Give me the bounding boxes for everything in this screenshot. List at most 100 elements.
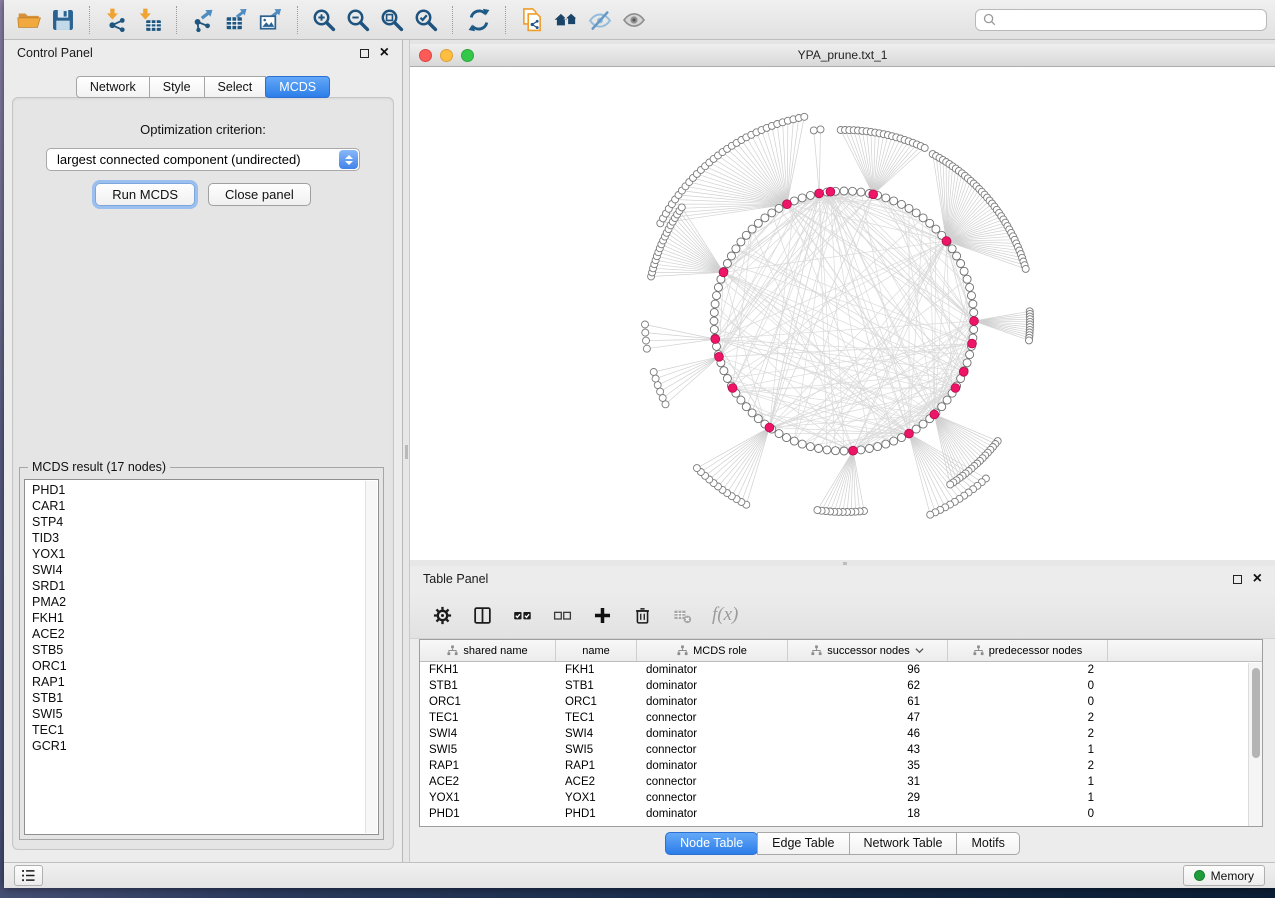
mcds-result-item[interactable]: SWI5 (32, 706, 362, 722)
divider-handle[interactable] (843, 562, 847, 565)
hide-selected-icon[interactable] (583, 4, 617, 36)
refresh-icon[interactable] (462, 4, 496, 36)
criterion-value: largest connected component (undirected) (57, 152, 301, 167)
table-row[interactable]: PHD1PHD1dominator180 (420, 806, 1262, 822)
column-header-successor-nodes[interactable]: successor nodes (788, 640, 948, 661)
network-window-titlebar[interactable]: YPA_prune.txt_1 (410, 44, 1275, 67)
open-file-icon[interactable] (12, 4, 46, 36)
mcds-list-scrollbar[interactable] (365, 481, 377, 833)
column-header-name[interactable]: name (556, 640, 637, 661)
first-neighbors-icon[interactable] (549, 4, 583, 36)
mcds-result-item[interactable]: GCR1 (32, 738, 362, 754)
clone-network-icon[interactable] (515, 4, 549, 36)
table-cell: 2 (948, 728, 1108, 740)
mcds-result-item[interactable]: ACE2 (32, 626, 362, 642)
table-scrollbar[interactable] (1248, 663, 1262, 826)
zoom-in-icon[interactable] (307, 4, 341, 36)
zoom-out-icon[interactable] (341, 4, 375, 36)
show-all-icon[interactable] (617, 4, 651, 36)
table-tab-edge-table[interactable]: Edge Table (757, 832, 849, 855)
tab-style[interactable]: Style (149, 76, 205, 98)
mcds-result-item[interactable]: SRD1 (32, 578, 362, 594)
table-tab-network-table[interactable]: Network Table (849, 832, 958, 855)
clear-table-icon[interactable] (672, 605, 693, 626)
table-row[interactable]: ORC1ORC1dominator610 (420, 694, 1262, 710)
window-close-button[interactable] (419, 49, 432, 62)
export-table-icon[interactable] (220, 4, 254, 36)
table-row[interactable]: ACE2ACE2connector311 (420, 774, 1262, 790)
save-session-icon[interactable] (46, 4, 80, 36)
mcds-result-item[interactable]: SWI4 (32, 562, 362, 578)
optimization-criterion-label: Optimization criterion: (13, 122, 393, 137)
deselect-all-icon[interactable] (552, 605, 573, 626)
run-mcds-button[interactable]: Run MCDS (95, 183, 195, 206)
table-cell: dominator (637, 728, 788, 740)
close-panel-icon[interactable]: × (1253, 571, 1262, 587)
mcds-result-item[interactable]: ORC1 (32, 658, 362, 674)
export-image-icon[interactable] (254, 4, 288, 36)
mcds-result-list[interactable]: PHD1CAR1STP4TID3YOX1SWI4SRD1PMA2FKH1ACE2… (32, 482, 362, 832)
table-cell: 31 (788, 776, 948, 788)
mcds-result-item[interactable]: STP4 (32, 514, 362, 530)
mcds-buttons-row: Run MCDS Close panel (13, 183, 393, 206)
window-zoom-button[interactable] (461, 49, 474, 62)
close-panel-icon[interactable]: × (380, 45, 389, 61)
window-minimize-button[interactable] (440, 49, 453, 62)
toolbar-separator (505, 6, 506, 34)
column-label: shared name (463, 645, 527, 657)
table-tab-node-table[interactable]: Node Table (665, 832, 758, 855)
mcds-result-item[interactable]: TID3 (32, 530, 362, 546)
column-header-MCDS-role[interactable]: MCDS role (637, 640, 788, 661)
float-panel-icon[interactable] (360, 49, 369, 58)
tab-mcds[interactable]: MCDS (265, 76, 330, 98)
table-row[interactable]: RAP1RAP1dominator352 (420, 758, 1262, 774)
table-row[interactable]: FKH1FKH1dominator962 (420, 662, 1262, 678)
fx-icon[interactable]: f(x) (712, 604, 738, 626)
table-cell: connector (637, 712, 788, 724)
table-cell: 62 (788, 680, 948, 692)
zoom-selected-icon[interactable] (409, 4, 443, 36)
table-row[interactable]: TEC1TEC1connector472 (420, 710, 1262, 726)
table-tab-motifs[interactable]: Motifs (956, 832, 1019, 855)
mcds-result-item[interactable]: RAP1 (32, 674, 362, 690)
column-label: successor nodes (827, 645, 910, 657)
search-input[interactable] (1001, 13, 1259, 27)
criterion-dropdown[interactable]: largest connected component (undirected) (46, 148, 360, 171)
add-row-icon[interactable] (592, 605, 613, 626)
show-panels-icon[interactable] (14, 865, 43, 886)
table-options-icon[interactable] (432, 605, 453, 626)
import-network-icon[interactable] (99, 4, 133, 36)
table-row[interactable]: STB1STB1dominator620 (420, 678, 1262, 694)
tab-network[interactable]: Network (76, 76, 150, 98)
mcds-result-item[interactable]: FKH1 (32, 610, 362, 626)
delete-row-icon[interactable] (632, 605, 653, 626)
export-network-icon[interactable] (186, 4, 220, 36)
import-table-icon[interactable] (133, 4, 167, 36)
shared-column-icon (973, 645, 984, 656)
mcds-result-item[interactable]: PHD1 (32, 482, 362, 498)
column-header-predecessor-nodes[interactable]: predecessor nodes (948, 640, 1108, 661)
table-row[interactable]: SWI5SWI5connector431 (420, 742, 1262, 758)
table-row[interactable]: SWI4SWI4dominator462 (420, 726, 1262, 742)
table-row[interactable]: YOX1YOX1connector291 (420, 790, 1262, 806)
memory-button[interactable]: Memory (1183, 865, 1265, 886)
show-columns-icon[interactable] (472, 605, 493, 626)
mcds-result-item[interactable]: STB1 (32, 690, 362, 706)
float-panel-icon[interactable] (1233, 575, 1242, 584)
select-all-icon[interactable] (512, 605, 533, 626)
network-view-canvas[interactable] (410, 67, 1275, 560)
zoom-fit-icon[interactable] (375, 4, 409, 36)
divider-handle[interactable] (405, 445, 408, 459)
control-panel: Control Panel × NetworkStyleSelectMCDS O… (4, 40, 403, 862)
network-graph[interactable] (410, 67, 1275, 560)
tab-select[interactable]: Select (204, 76, 267, 98)
mcds-result-item[interactable]: STB5 (32, 642, 362, 658)
column-header-shared-name[interactable]: shared name (420, 640, 556, 661)
mcds-result-item[interactable]: PMA2 (32, 594, 362, 610)
close-panel-button[interactable]: Close panel (208, 183, 311, 206)
mcds-result-item[interactable]: YOX1 (32, 546, 362, 562)
vertical-split-divider[interactable] (403, 40, 410, 862)
mcds-result-item[interactable]: CAR1 (32, 498, 362, 514)
scrollbar-thumb[interactable] (1252, 668, 1260, 758)
mcds-result-item[interactable]: TEC1 (32, 722, 362, 738)
